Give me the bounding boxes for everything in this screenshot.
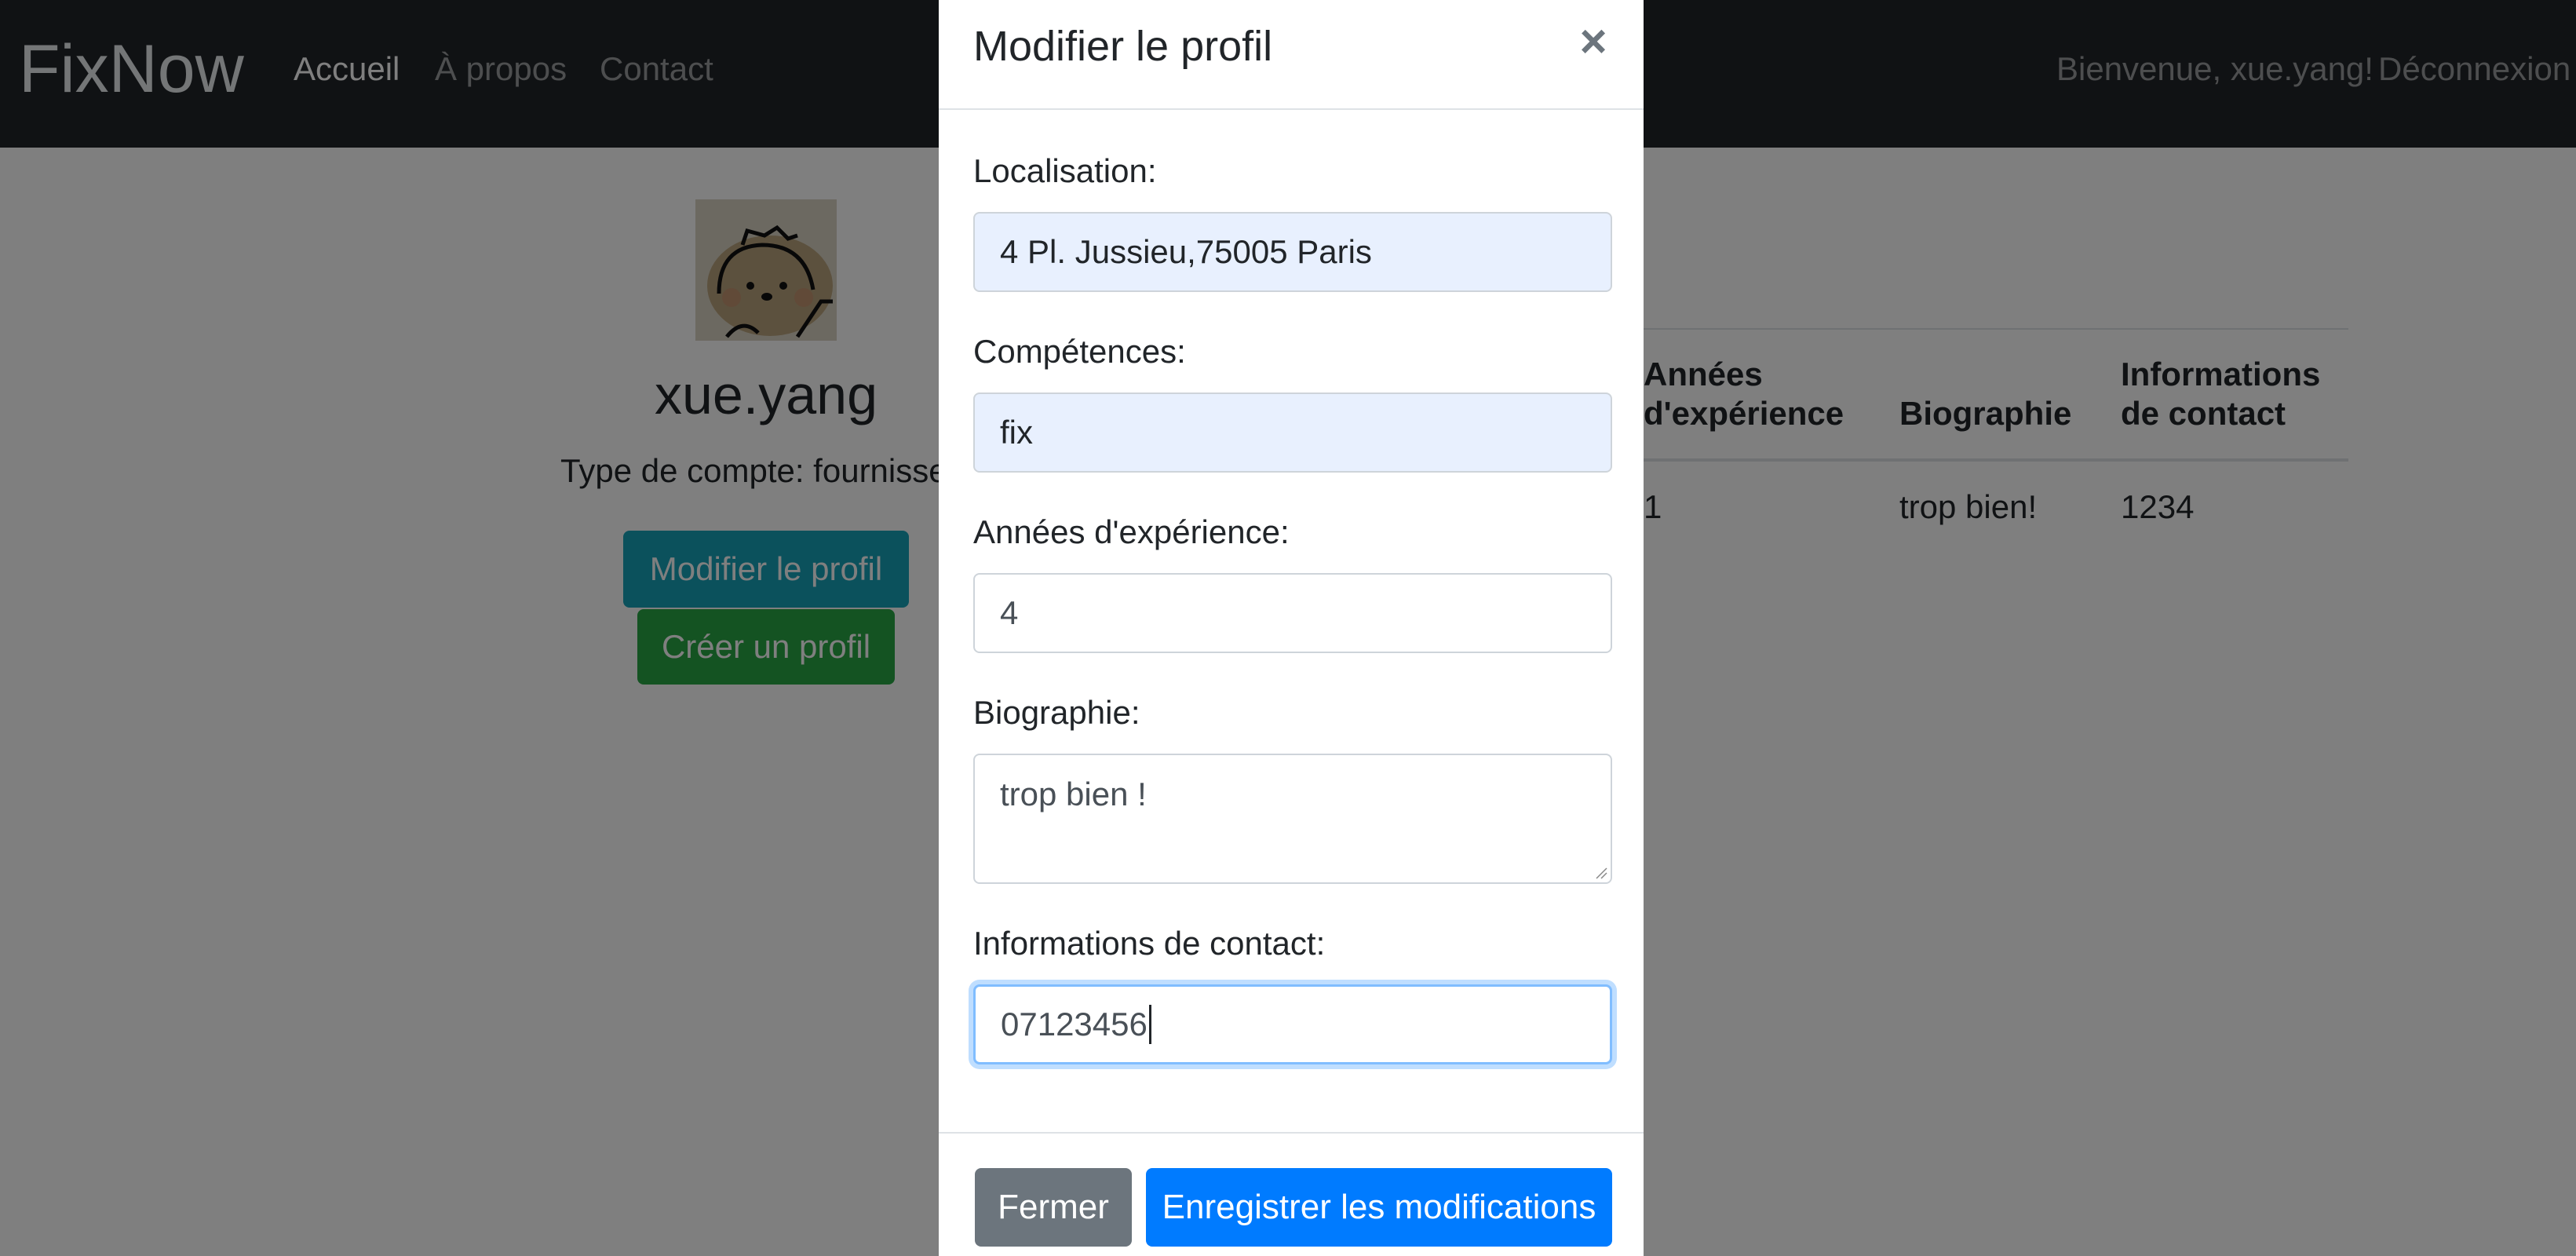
experience-input[interactable]: 4 (973, 573, 1612, 653)
contact-label: Informations de contact: (973, 925, 1326, 962)
resize-grip-icon[interactable] (1595, 867, 1607, 879)
experience-label: Années d'expérience: (973, 513, 1290, 550)
text-caret (1148, 1005, 1151, 1044)
edit-profile-modal: Modifier le profil × Localisation: 4 Pl.… (939, 0, 1644, 1256)
skills-label: Compétences: (973, 333, 1186, 370)
close-button[interactable]: Fermer (975, 1168, 1132, 1247)
modal-header: Modifier le profil × (939, 0, 1644, 110)
close-icon[interactable]: × (1570, 16, 1617, 68)
bio-textarea[interactable]: trop bien ! (973, 754, 1612, 884)
modal-title: Modifier le profil (973, 23, 1273, 70)
contact-input[interactable]: 07123456 (973, 984, 1612, 1064)
bio-label: Biographie: (973, 694, 1140, 731)
save-changes-button[interactable]: Enregistrer les modifications (1146, 1168, 1612, 1247)
skills-input[interactable]: fix (973, 392, 1612, 473)
modal-footer: Fermer Enregistrer les modifications (939, 1132, 1644, 1256)
location-input[interactable]: 4 Pl. Jussieu,75005 Paris (973, 212, 1612, 292)
location-label: Localisation: (973, 152, 1157, 189)
